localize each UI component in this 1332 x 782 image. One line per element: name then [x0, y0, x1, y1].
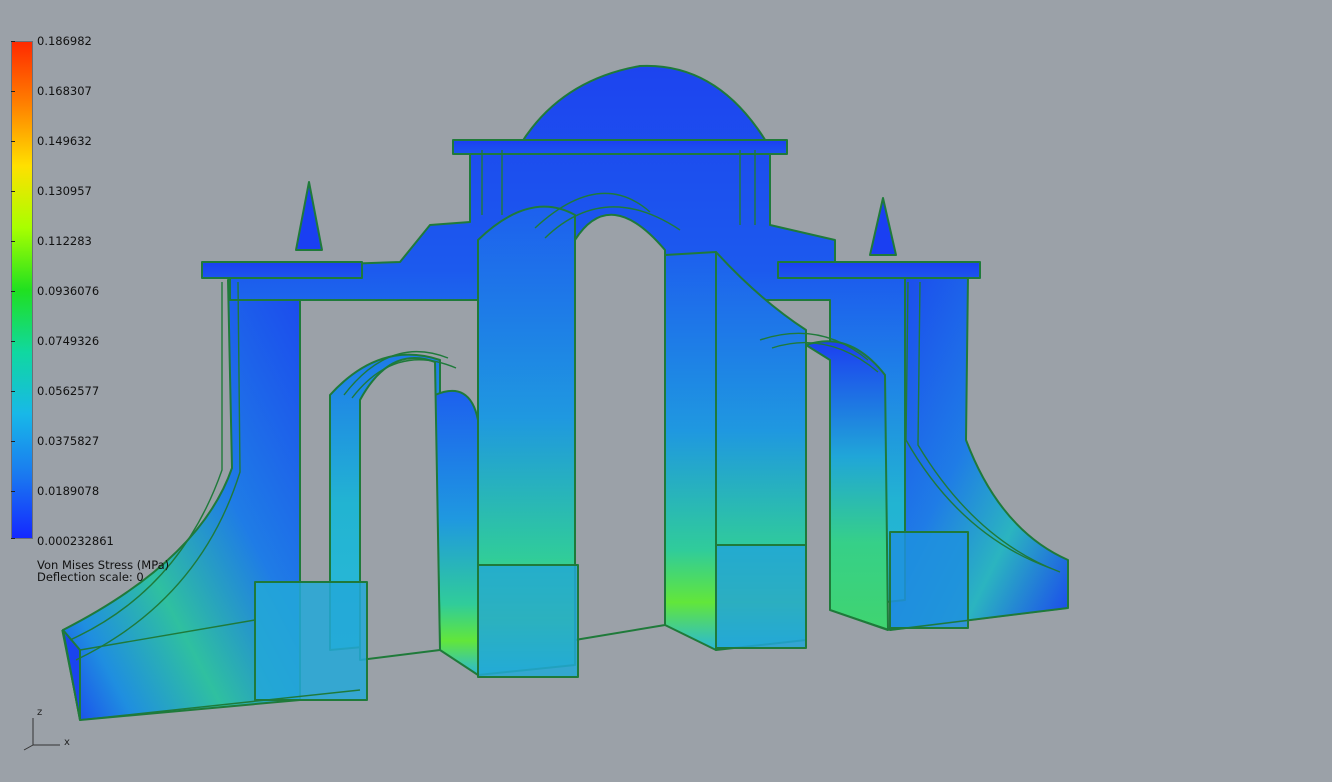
axis-x-label: x: [64, 737, 70, 748]
legend-tick-label: 0.000232861: [37, 534, 114, 548]
tick-mark: [11, 41, 15, 42]
foot-block-center-left: [477, 564, 579, 678]
right-arch-inner: [805, 340, 889, 631]
tick-mark: [11, 441, 15, 442]
model-viewport[interactable]: [0, 0, 1332, 782]
tick-mark: [11, 538, 15, 539]
legend-tick-label: 0.0562577: [37, 384, 100, 398]
tick-mark: [11, 491, 15, 492]
legend-tick-label: 0.186982: [37, 34, 92, 48]
tick-mark: [11, 291, 15, 292]
tick-mark: [11, 241, 15, 242]
tick-mark: [11, 191, 15, 192]
center-arch-opening: [574, 213, 666, 641]
legend-tick-label: 0.0749326: [37, 334, 100, 348]
pinnacle-right: [869, 197, 897, 256]
tick-mark: [11, 91, 15, 92]
foot-block-center-right: [715, 544, 807, 649]
legend-tick-label: 0.0189078: [37, 484, 100, 498]
legend-tick-label: 0.0375827: [37, 434, 100, 448]
foot-block-right: [889, 531, 969, 629]
left-arch-inner: [359, 357, 441, 661]
tick-mark: [11, 391, 15, 392]
foot-block-left: [254, 581, 368, 701]
legend-tick-label: 0.112283: [37, 234, 92, 248]
tick-mark: [11, 141, 15, 142]
legend-tick-label: 0.0936076: [37, 284, 100, 298]
center-right-pier: [664, 251, 717, 651]
pinnacle-left: [295, 181, 323, 251]
arch-model: [61, 64, 1069, 721]
ledge-top: [452, 139, 788, 155]
legend-tick-label: 0.130957: [37, 184, 92, 198]
axis-z-label: z: [37, 707, 43, 718]
tick-mark: [11, 341, 15, 342]
stress-colorbar: [11, 41, 33, 539]
ledge-right: [777, 261, 981, 279]
left-center-pier: [434, 390, 479, 676]
legend-tick-label: 0.149632: [37, 134, 92, 148]
axis-triad: [23, 718, 60, 751]
legend-tick-label: 0.168307: [37, 84, 92, 98]
ledge-left: [201, 261, 363, 279]
deflection-scale-label: Deflection scale: 0: [37, 570, 144, 584]
